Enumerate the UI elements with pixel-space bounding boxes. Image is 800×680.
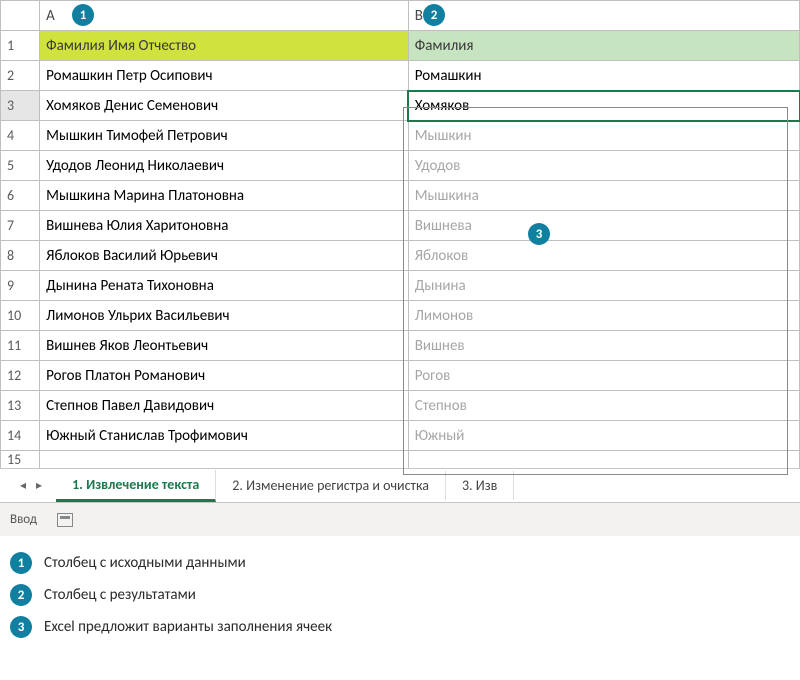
legend-text: Столбец с исходными данными	[44, 554, 246, 572]
table-row: 14 Южный Станислав Трофимович Южный	[1, 421, 800, 451]
row-header[interactable]: 3	[1, 91, 40, 121]
status-mode: Ввод	[10, 512, 37, 527]
flashfill-suggestion[interactable]: Вишнева	[408, 211, 799, 241]
table-row: 1 Фамилия Имя Отчество Фамилия	[1, 31, 800, 61]
cell-a[interactable]: Хомяков Денис Семенович	[40, 91, 409, 121]
sheet-tab-2[interactable]: 2. Изменение регистра и очистка	[216, 471, 446, 500]
flashfill-suggestion[interactable]: Дынина	[408, 271, 799, 301]
row-header[interactable]: 12	[1, 361, 40, 391]
select-all-corner[interactable]	[1, 1, 40, 31]
legend-item: 3 Excel предложит варианты заполнения яч…	[10, 616, 790, 638]
flashfill-suggestion[interactable]: Мышкина	[408, 181, 799, 211]
table-row: 8 Яблоков Василий Юрьевич Яблоков	[1, 241, 800, 271]
cell-a[interactable]: Вишнев Яков Леонтьевич	[40, 331, 409, 361]
cell-a[interactable]: Яблоков Василий Юрьевич	[40, 241, 409, 271]
spreadsheet-grid[interactable]: A B 1 Фамилия Имя Отчество Фамилия 2 Ром…	[0, 0, 800, 468]
legend-text: Столбец с результатами	[44, 586, 196, 604]
flashfill-suggestion[interactable]: Удодов	[408, 151, 799, 181]
flashfill-suggestion[interactable]: Яблоков	[408, 241, 799, 271]
column-header-row: A B	[1, 1, 800, 31]
row-header[interactable]: 1	[1, 31, 40, 61]
table-row: 12 Рогов Платон Романович Рогов	[1, 361, 800, 391]
row-header[interactable]: 2	[1, 61, 40, 91]
status-bar: Ввод	[0, 502, 800, 536]
table-row: 11 Вишнев Яков Леонтьевич Вишнев	[1, 331, 800, 361]
cell-b[interactable]: Ромашкин	[408, 61, 799, 91]
flashfill-suggestion[interactable]: Вишнев	[408, 331, 799, 361]
cell-b[interactable]	[408, 451, 799, 469]
table-row: 2 Ромашкин Петр Осипович Ромашкин	[1, 61, 800, 91]
sheet-tab-1[interactable]: 1. Извлечение текста	[56, 470, 216, 502]
column-header-a[interactable]: A	[40, 1, 409, 31]
macro-record-icon[interactable]	[57, 513, 73, 527]
tab-nav-next-icon[interactable]: ▸	[36, 478, 42, 493]
cell-a[interactable]: Удодов Леонид Николаевич	[40, 151, 409, 181]
cell-a[interactable]: Степнов Павел Давидович	[40, 391, 409, 421]
cell-a[interactable]: Дынина Рената Тихоновна	[40, 271, 409, 301]
cell-a[interactable]: Рогов Платон Романович	[40, 361, 409, 391]
table-row: 6 Мышкина Марина Платоновна Мышкина	[1, 181, 800, 211]
legend-item: 2 Столбец с результатами	[10, 584, 790, 606]
cell-a[interactable]: Мышкина Марина Платоновна	[40, 181, 409, 211]
row-header[interactable]: 5	[1, 151, 40, 181]
row-header[interactable]: 13	[1, 391, 40, 421]
header-cell-b[interactable]: Фамилия	[408, 31, 799, 61]
table-row: 9 Дынина Рената Тихоновна Дынина	[1, 271, 800, 301]
cell-a[interactable]: Ромашкин Петр Осипович	[40, 61, 409, 91]
flashfill-suggestion[interactable]: Южный	[408, 421, 799, 451]
row-header[interactable]: 7	[1, 211, 40, 241]
header-cell-a[interactable]: Фамилия Имя Отчество	[40, 31, 409, 61]
flashfill-suggestion[interactable]: Рогов	[408, 361, 799, 391]
sheet-tabs-bar: ◂ ▸ 1. Извлечение текста 2. Изменение ре…	[0, 468, 800, 502]
legend: 1 Столбец с исходными данными 2 Столбец …	[0, 536, 800, 664]
sheet-tab-3[interactable]: 3. Изв	[446, 471, 514, 500]
table-row: 10 Лимонов Ульрих Васильевич Лимонов	[1, 301, 800, 331]
legend-text: Excel предложит варианты заполнения ячее…	[44, 618, 332, 636]
tab-nav-prev-icon[interactable]: ◂	[20, 478, 26, 493]
cell-a[interactable]: Вишнева Юлия Харитоновна	[40, 211, 409, 241]
row-header[interactable]: 9	[1, 271, 40, 301]
cell-a[interactable]	[40, 451, 409, 469]
row-header[interactable]: 11	[1, 331, 40, 361]
table-row: 13 Степнов Павел Давидович Степнов	[1, 391, 800, 421]
callout-badge-1: 1	[72, 4, 94, 26]
flashfill-suggestion[interactable]: Мышкин	[408, 121, 799, 151]
legend-badge: 2	[10, 584, 32, 606]
row-header[interactable]: 8	[1, 241, 40, 271]
row-header[interactable]: 4	[1, 121, 40, 151]
table-row: 15	[1, 451, 800, 469]
table-row: 4 Мышкин Тимофей Петрович Мышкин	[1, 121, 800, 151]
flashfill-suggestion[interactable]: Степнов	[408, 391, 799, 421]
callout-badge-3: 3	[528, 223, 550, 245]
cell-a[interactable]: Южный Станислав Трофимович	[40, 421, 409, 451]
legend-item: 1 Столбец с исходными данными	[10, 552, 790, 574]
cell-a[interactable]: Мышкин Тимофей Петрович	[40, 121, 409, 151]
flashfill-suggestion[interactable]: Лимонов	[408, 301, 799, 331]
column-header-b[interactable]: B	[408, 1, 799, 31]
table-row: 7 Вишнева Юлия Харитоновна Вишнева	[1, 211, 800, 241]
row-header[interactable]: 15	[1, 451, 40, 469]
row-header[interactable]: 10	[1, 301, 40, 331]
cell-a[interactable]: Лимонов Ульрих Васильевич	[40, 301, 409, 331]
row-header[interactable]: 14	[1, 421, 40, 451]
table-row: 5 Удодов Леонид Николаевич Удодов	[1, 151, 800, 181]
legend-badge: 1	[10, 552, 32, 574]
callout-badge-2: 2	[423, 4, 445, 26]
table-row: 3 Хомяков Денис Семенович Хомяков	[1, 91, 800, 121]
row-header[interactable]: 6	[1, 181, 40, 211]
legend-badge: 3	[10, 616, 32, 638]
active-cell[interactable]: Хомяков	[408, 91, 799, 121]
